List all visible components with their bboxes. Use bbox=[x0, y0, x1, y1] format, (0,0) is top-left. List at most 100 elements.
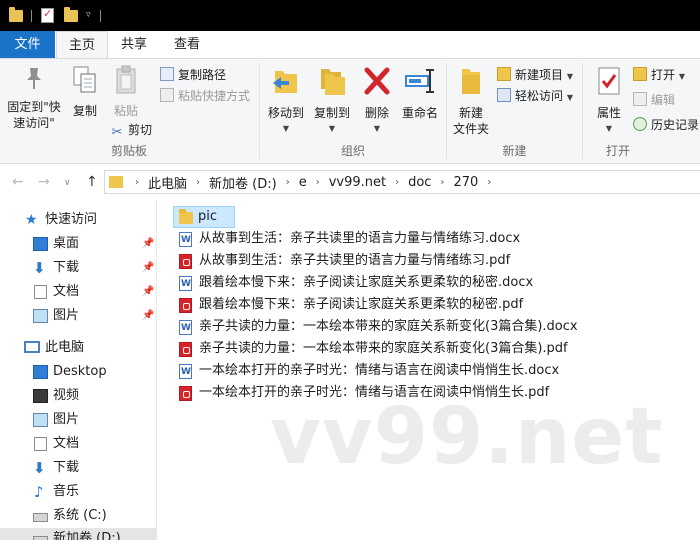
nav-pictures-label: 图片 bbox=[53, 412, 80, 427]
new-item-icon bbox=[497, 67, 511, 81]
pin-icon[interactable]: 📌 bbox=[142, 233, 154, 255]
file-name: 跟着绘本慢下来：亲子阅读让家庭关系更柔软的秘密.pdf bbox=[199, 297, 524, 312]
breadcrumb-separator-icon[interactable]: › bbox=[481, 177, 497, 188]
tab-file[interactable]: 文件 bbox=[0, 31, 55, 58]
forward-arrow-icon[interactable]: → bbox=[38, 174, 50, 190]
copy-path-icon bbox=[160, 67, 174, 81]
delete-label: 删除 bbox=[364, 106, 389, 120]
properties-icon[interactable] bbox=[41, 7, 54, 23]
new-item-dropdown-icon[interactable]: ▼ bbox=[567, 72, 573, 81]
open-dropdown-icon[interactable]: ▼ bbox=[679, 72, 685, 81]
breadcrumb-separator-icon[interactable]: › bbox=[280, 177, 296, 188]
nav-pictures-cn-label: 图片 bbox=[53, 308, 80, 323]
folder-icon bbox=[9, 7, 23, 22]
back-arrow-icon[interactable]: ← bbox=[12, 174, 24, 190]
move-to-dropdown-icon[interactable]: ▼ bbox=[264, 121, 308, 137]
new-folder-icon[interactable] bbox=[64, 7, 78, 22]
desktop-icon bbox=[33, 365, 48, 379]
nav-downloads-cn[interactable]: ⬇ 下载 📌 bbox=[0, 257, 156, 279]
breadcrumb-270[interactable]: 270 bbox=[450, 175, 481, 190]
breadcrumb-e[interactable]: e bbox=[296, 175, 310, 190]
drive-icon bbox=[33, 513, 48, 522]
easy-access-dropdown-icon[interactable]: ▼ bbox=[567, 93, 573, 102]
breadcrumb-separator-icon[interactable]: › bbox=[310, 177, 326, 188]
new-item-button[interactable]: 新建项目 ▼ bbox=[497, 66, 573, 84]
address-bar[interactable]: › 此电脑 › 新加卷 (D:) › e › vv99.net › doc › … bbox=[104, 170, 700, 194]
nav-pictures[interactable]: 图片 bbox=[0, 409, 156, 431]
new-folder-button[interactable]: 新建 文件夹 bbox=[449, 65, 493, 137]
breadcrumb: › 此电脑 › 新加卷 (D:) › e › vv99.net › doc › … bbox=[109, 171, 497, 193]
folder-icon bbox=[179, 209, 193, 224]
pdf-document-icon bbox=[179, 342, 192, 357]
copy-to-dropdown-icon[interactable]: ▼ bbox=[308, 121, 356, 137]
delete-button[interactable]: 删除 ▼ bbox=[360, 65, 394, 137]
properties-dropdown-icon[interactable]: ▼ bbox=[587, 121, 631, 137]
tab-share[interactable]: 共享 bbox=[112, 31, 156, 58]
breadcrumb-this-pc[interactable]: 此电脑 bbox=[145, 173, 190, 192]
edit-button[interactable]: 编辑 bbox=[633, 91, 675, 109]
folder-item[interactable]: pic bbox=[173, 206, 235, 228]
breadcrumb-new-volume[interactable]: 新加卷 (D:) bbox=[206, 173, 280, 192]
recent-locations-icon[interactable]: ∨ bbox=[64, 178, 71, 188]
copy-label: 复制 bbox=[72, 104, 97, 118]
copy-to-icon bbox=[321, 69, 345, 95]
breadcrumb-doc[interactable]: doc bbox=[405, 175, 434, 190]
easy-access-button[interactable]: 轻松访问 ▼ bbox=[497, 87, 573, 105]
nav-videos[interactable]: 视频 bbox=[0, 385, 156, 407]
clipboard-icon bbox=[116, 65, 136, 94]
breadcrumb-separator-icon[interactable]: › bbox=[129, 177, 145, 188]
pin-icon bbox=[27, 68, 41, 89]
nav-quick-access[interactable]: ★ 快速访问 bbox=[0, 209, 156, 231]
nav-music[interactable]: ♪ 音乐 bbox=[0, 481, 156, 503]
document-icon bbox=[34, 437, 47, 451]
pin-icon[interactable]: 📌 bbox=[142, 305, 154, 327]
pin-to-quick-access-button[interactable]: 固定到"快 速访问" bbox=[4, 65, 64, 131]
move-to-icon bbox=[273, 71, 297, 93]
pin-icon[interactable]: 📌 bbox=[142, 281, 154, 303]
nav-system-c[interactable]: 系统 (C:) bbox=[0, 505, 156, 527]
customize-toolbar-icon[interactable]: ▿ bbox=[86, 10, 91, 26]
nav-documents-cn[interactable]: 文档 📌 bbox=[0, 281, 156, 303]
nav-new-volume-d[interactable]: 新加卷 (D:) bbox=[0, 528, 156, 540]
open-label: 打开 bbox=[651, 68, 676, 82]
pin-icon[interactable]: 📌 bbox=[142, 257, 154, 279]
paste-shortcut-label: 粘贴快捷方式 bbox=[178, 89, 251, 103]
properties-button[interactable]: 属性 ▼ bbox=[587, 65, 631, 137]
breadcrumb-separator-icon[interactable]: › bbox=[389, 177, 405, 188]
breadcrumb-separator-icon[interactable]: › bbox=[190, 177, 206, 188]
word-document-icon bbox=[179, 229, 192, 251]
rename-button[interactable]: 重命名 bbox=[396, 65, 444, 121]
star-icon: ★ bbox=[25, 212, 38, 228]
properties-icon bbox=[598, 67, 620, 95]
history-button[interactable]: 历史记录 bbox=[633, 116, 699, 134]
delete-dropdown-icon[interactable]: ▼ bbox=[360, 121, 394, 137]
copy-to-button[interactable]: 复制到 ▼ bbox=[308, 65, 356, 137]
paste-button[interactable]: 粘贴 bbox=[106, 65, 146, 119]
paste-shortcut-button[interactable]: 粘贴快捷方式 bbox=[160, 87, 250, 105]
copy-button[interactable]: 复制 bbox=[66, 65, 104, 119]
word-document-icon bbox=[179, 361, 192, 383]
history-icon bbox=[633, 117, 647, 131]
nav-desktop-cn[interactable]: 桌面 📌 bbox=[0, 233, 156, 255]
breadcrumb-vv99[interactable]: vv99.net bbox=[326, 175, 389, 190]
file-name: 从故事到生活：亲子共读里的语言力量与情绪练习.pdf bbox=[199, 253, 511, 268]
nav-pictures-cn[interactable]: 图片 📌 bbox=[0, 305, 156, 327]
open-button[interactable]: 打开 ▼ bbox=[633, 66, 685, 84]
copy-path-button[interactable]: 复制路径 bbox=[160, 66, 226, 84]
tab-view[interactable]: 查看 bbox=[165, 31, 209, 58]
nav-this-pc[interactable]: 此电脑 bbox=[0, 337, 156, 359]
nav-downloads[interactable]: ⬇ 下载 bbox=[0, 457, 156, 479]
tab-home[interactable]: 主页 bbox=[56, 31, 108, 59]
copy-icon bbox=[73, 66, 96, 93]
picture-icon bbox=[33, 413, 48, 427]
easy-access-label: 轻松访问 bbox=[515, 89, 564, 103]
pdf-document-icon bbox=[179, 298, 192, 313]
pdf-document-icon bbox=[179, 386, 192, 401]
cut-button[interactable]: ✂ 剪切 bbox=[110, 121, 152, 140]
nav-desktop[interactable]: Desktop bbox=[0, 361, 156, 383]
breadcrumb-separator-icon[interactable]: › bbox=[434, 177, 450, 188]
move-to-button[interactable]: 移动到 ▼ bbox=[264, 65, 308, 137]
open-group: 属性 ▼ 打开 ▼ 编辑 历史记录 打开 bbox=[583, 59, 700, 163]
nav-documents[interactable]: 文档 bbox=[0, 433, 156, 455]
up-arrow-icon[interactable]: ↑ bbox=[86, 174, 98, 190]
